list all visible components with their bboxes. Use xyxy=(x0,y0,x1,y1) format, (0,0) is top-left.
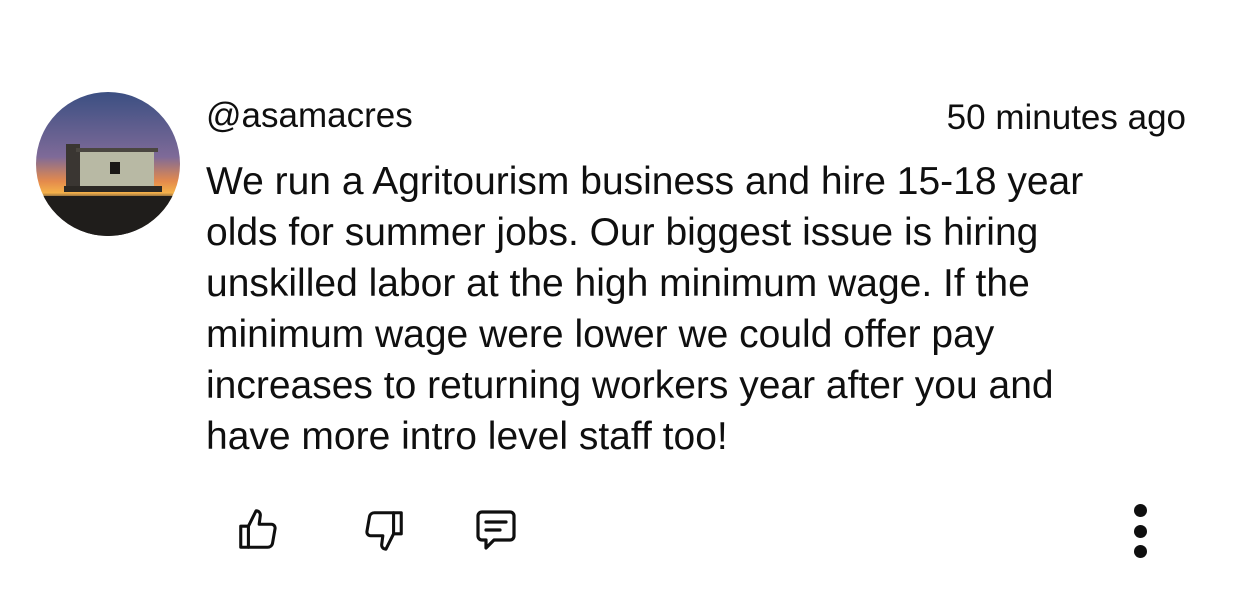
more-options-button[interactable] xyxy=(1118,500,1162,562)
comment-text: We run a Agritourism business and hire 1… xyxy=(206,156,1196,462)
comment-line: minimum wage were lower we could offer p… xyxy=(206,313,995,356)
like-button[interactable] xyxy=(232,504,284,556)
thumbs-down-icon xyxy=(365,511,403,551)
dislike-button[interactable] xyxy=(358,504,410,556)
more-vertical-icon xyxy=(1133,504,1147,517)
comment-line: olds for summer jobs. Our biggest issue … xyxy=(206,211,1039,254)
reply-button[interactable] xyxy=(470,504,522,556)
more-vertical-icon xyxy=(1133,545,1147,558)
comment-line: unskilled labor at the high minimum wage… xyxy=(206,262,1030,305)
thumbs-up-icon xyxy=(239,509,277,549)
comment-reply-icon xyxy=(476,510,516,550)
more-vertical-icon xyxy=(1133,524,1147,538)
author-handle[interactable]: @asamacres xyxy=(206,96,413,136)
comment-line: We run a Agritourism business and hire 1… xyxy=(206,160,1084,203)
comment-line: have more intro level staff too! xyxy=(206,415,728,458)
farmhouse-sunset-avatar xyxy=(36,92,180,236)
comment-line: increases to returning workers year afte… xyxy=(206,364,1054,407)
avatar[interactable] xyxy=(36,92,180,236)
comment-timestamp: 50 minutes ago xyxy=(946,98,1186,137)
